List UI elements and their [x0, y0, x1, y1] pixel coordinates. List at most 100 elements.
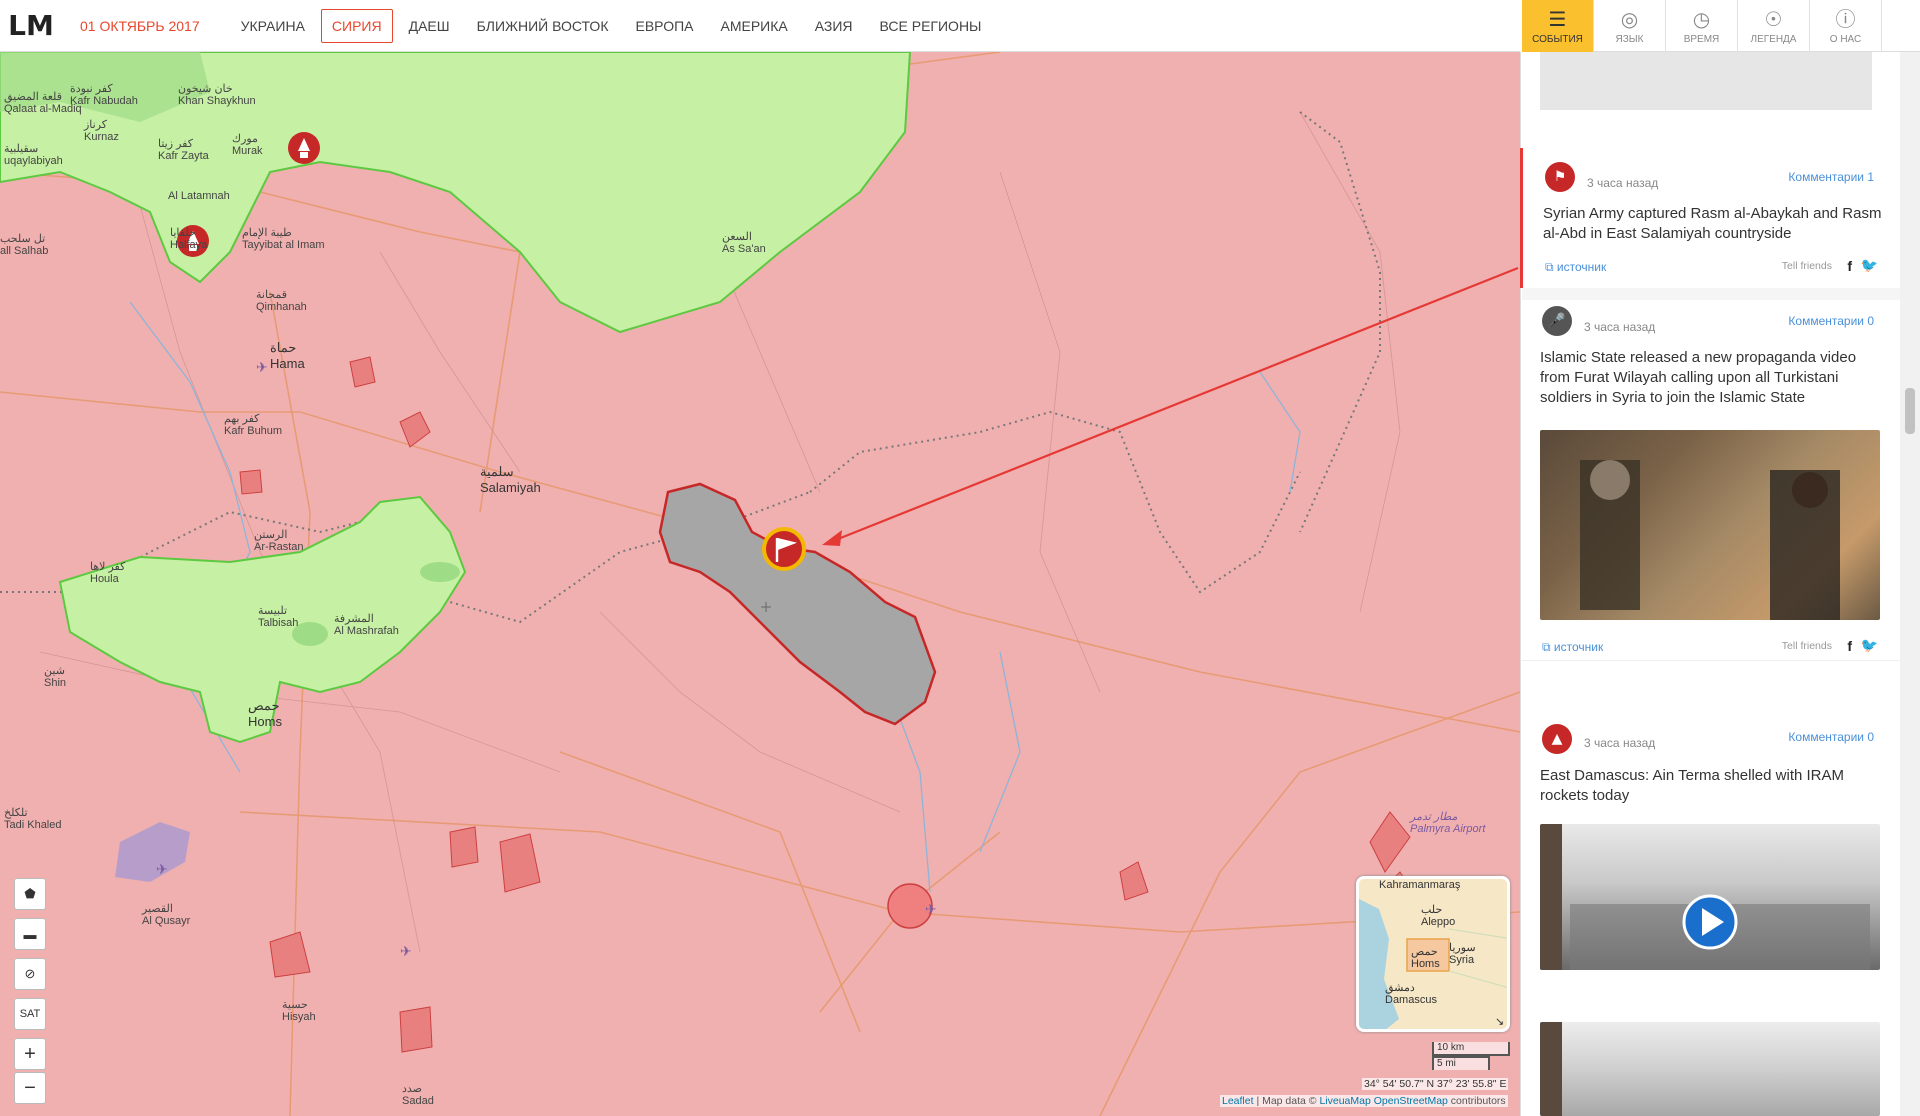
expand-icon[interactable]: ↘	[1495, 1015, 1504, 1028]
place-label: خان شيخون Khan Shaykhun	[178, 83, 256, 107]
liveuamap-link[interactable]: LiveuaMap	[1319, 1095, 1370, 1107]
map-canvas[interactable]: ✈ ✈ ✈ ✈ خان شيخون Khan Shaykhun كفر نبودة…	[0, 52, 1520, 1116]
comments-link[interactable]: Комментарии 0	[1788, 730, 1874, 744]
legend-tab-label: ЛЕГЕНДА	[1750, 33, 1797, 45]
place-label: تلبيسة Talbisah	[258, 605, 299, 629]
place-label: المشرفة Al Mashrafah	[334, 613, 399, 637]
top-navigation: LM 01 ОКТЯБРЬ 2017 УКРАИНА СИРИЯ ДАЕШ БЛ…	[0, 0, 1520, 52]
minimap[interactable]: Kahramanmaraş حلب Aleppo سوريا Syria حمص Ho…	[1356, 876, 1510, 1032]
place-label: طيبة الإمام Tayyibat al Imam	[242, 227, 325, 251]
twitter-icon[interactable]: 🐦	[1861, 258, 1878, 274]
zoom-in-button[interactable]: +	[14, 1038, 46, 1070]
airport-icon: ✈	[400, 943, 412, 959]
place-label: القصير Al Qusayr	[142, 903, 191, 927]
leaflet-link[interactable]: Leaflet	[1222, 1095, 1254, 1107]
legend-tab[interactable]: ☉ ЛЕГЕНДА	[1738, 0, 1810, 52]
place-label: سلمية Salamiyah	[480, 464, 541, 495]
twitter-icon[interactable]: 🐦	[1861, 638, 1878, 654]
events-tab[interactable]: ☰ СОБЫТИЯ	[1522, 0, 1594, 52]
nav-asia[interactable]: АЗИЯ	[804, 9, 864, 43]
satellite-button[interactable]: SAT	[14, 998, 46, 1030]
region-nav: УКРАИНА СИРИЯ ДАЕШ БЛИЖНИЙ ВОСТОК ЕВРОПА…	[230, 8, 998, 43]
source-link[interactable]: ⧉ источник	[1545, 260, 1606, 275]
rocket-icon: ▲	[1542, 724, 1572, 754]
draw-polygon-button[interactable]: ⬟	[14, 878, 46, 910]
comments-link[interactable]: Комментарии 0	[1788, 314, 1874, 328]
place-label: كرناز Kurnaz	[84, 119, 119, 143]
place-label: حسية Hisyah	[282, 999, 316, 1023]
place-label: Al Latamnah	[168, 190, 230, 202]
cursor-coordinates: 34° 54' 50.7" N 37° 23' 55.8" E	[1362, 1078, 1509, 1090]
facebook-icon[interactable]: f	[1847, 638, 1852, 654]
map-attribution: Leaflet | Map data © LiveuaMap OpenStree…	[1220, 1095, 1508, 1107]
compass-icon: ☉	[1764, 6, 1783, 31]
nav-ukraine[interactable]: УКРАИНА	[230, 9, 316, 43]
event-title[interactable]: East Damascus: Ain Terma shelled with IR…	[1540, 766, 1880, 806]
minimap-label: سوريا Syria	[1449, 942, 1476, 966]
event-time: 3 часа назад	[1584, 736, 1656, 750]
nav-isis[interactable]: ДАЕШ	[398, 9, 461, 43]
place-label: سقيلبية uqaylabiyah	[4, 143, 63, 167]
time-tab[interactable]: ◷ ВРЕМЯ	[1666, 0, 1738, 52]
nav-middle-east[interactable]: БЛИЖНИЙ ВОСТОК	[466, 9, 620, 43]
event-card[interactable]: 🎤 3 часа назад Комментарии 0 Islamic Sta…	[1520, 300, 1900, 660]
place-label: مطار تدمر Palmyra Airport	[1410, 811, 1486, 835]
feed-scrollbar-thumb[interactable]	[1905, 388, 1915, 434]
site-logo[interactable]: LM	[0, 0, 62, 52]
airport-icon: ✈	[925, 901, 937, 917]
place-label: كفر لاها Houla	[90, 561, 126, 585]
rocket-marker[interactable]	[288, 132, 320, 164]
minimap-label: دمشق Damascus	[1385, 982, 1437, 1006]
airport-icon: ✈	[256, 359, 268, 375]
info-icon: ⓘ	[1835, 6, 1856, 31]
nav-all-regions[interactable]: ВСЕ РЕГИОНЫ	[869, 9, 993, 43]
place-label: حماة Hama	[270, 340, 305, 371]
measure-button[interactable]: ▬	[14, 918, 46, 950]
event-card[interactable]: ⚑ 3 часа назад Комментарии 1 Syrian Army…	[1520, 148, 1900, 288]
scale-mi: 5 mi	[1432, 1056, 1490, 1070]
globe-icon: ◎	[1620, 6, 1639, 31]
comments-link[interactable]: Комментарии 1	[1788, 170, 1874, 184]
event-video-thumbnail[interactable]	[1540, 824, 1880, 970]
source-link[interactable]: ⧉ источник	[1542, 640, 1603, 655]
event-card[interactable]: ▲ 3 часа назад Комментарии 0 East Damasc…	[1520, 708, 1900, 1116]
place-label: الرستن Ar-Rastan	[254, 529, 304, 553]
nav-syria[interactable]: СИРИЯ	[320, 8, 393, 43]
place-label: شين Shin	[44, 665, 67, 689]
osm-link[interactable]: OpenStreetMap	[1374, 1095, 1448, 1107]
event-time: 3 часа назад	[1587, 176, 1659, 190]
minimap-label: حلب Aleppo	[1421, 904, 1456, 928]
scale-km: 10 km	[1432, 1042, 1510, 1056]
current-date[interactable]: 01 ОКТЯБРЬ 2017	[80, 18, 200, 34]
event-title[interactable]: Syrian Army captured Rasm al-Abaykah and…	[1543, 204, 1883, 244]
microphone-icon: 🎤	[1542, 306, 1572, 336]
place-label: صدد Sadad	[402, 1083, 434, 1107]
side-toolbar: ☰ СОБЫТИЯ ◎ ЯЗЫК ◷ ВРЕМЯ ☉ ЛЕГЕНДА ⓘ О Н…	[1522, 0, 1920, 52]
event-flag-marker[interactable]	[762, 527, 806, 571]
nav-europe[interactable]: ЕВРОПА	[624, 9, 704, 43]
event-title[interactable]: Islamic State released a new propaganda …	[1540, 348, 1880, 408]
map-scale: 10 km 5 mi	[1432, 1042, 1510, 1070]
about-tab[interactable]: ⓘ О НАС	[1810, 0, 1882, 52]
zoom-out-button[interactable]: −	[14, 1072, 46, 1104]
map-layers: ✈ ✈ ✈ ✈	[0, 52, 1520, 1116]
minimap-label: حمص Homs	[1411, 946, 1440, 970]
ruler-icon: ▬	[23, 926, 37, 942]
place-label: حمص Homs	[248, 698, 282, 729]
time-tab-label: ВРЕМЯ	[1683, 33, 1720, 45]
event-video-thumbnail[interactable]	[1540, 1022, 1880, 1116]
hide-layers-button[interactable]: ⊘	[14, 958, 46, 990]
place-label: حلفايا Halfaya	[170, 227, 208, 251]
ad-placeholder	[1540, 52, 1872, 110]
language-tab-label: ЯЗЫК	[1615, 33, 1644, 45]
facebook-icon[interactable]: f	[1847, 258, 1852, 274]
external-link-icon: ⧉	[1545, 260, 1557, 274]
card-separator	[1522, 660, 1900, 704]
event-video-thumbnail[interactable]	[1540, 430, 1880, 620]
about-tab-label: О НАС	[1829, 33, 1862, 45]
place-label: قلعة المضيق Qalaat al-Madiq	[4, 91, 82, 115]
nav-america[interactable]: АМЕРИКА	[709, 9, 798, 43]
external-link-icon: ⧉	[1542, 640, 1554, 654]
feed-scrollbar[interactable]	[1900, 52, 1920, 1116]
language-tab[interactable]: ◎ ЯЗЫК	[1594, 0, 1666, 52]
